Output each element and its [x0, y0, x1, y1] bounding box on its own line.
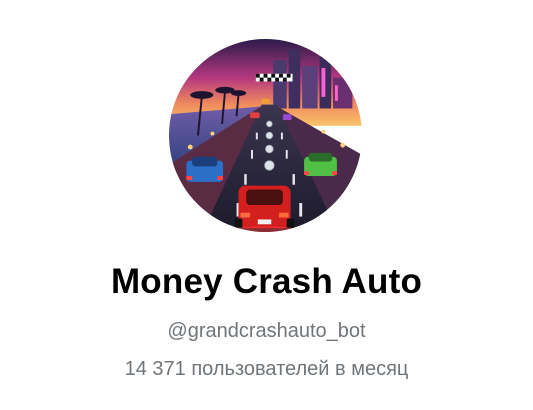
bot-profile-card: Money Crash Auto @grandcrashauto_bot 14 …: [0, 0, 533, 410]
bot-username[interactable]: @grandcrashauto_bot: [0, 318, 533, 344]
monthly-users-count: 14 371 пользователей в месяц: [124, 358, 409, 380]
racing-game-avatar-icon[interactable]: [169, 39, 362, 232]
bot-name-title: Money Crash Auto: [110, 262, 423, 301]
